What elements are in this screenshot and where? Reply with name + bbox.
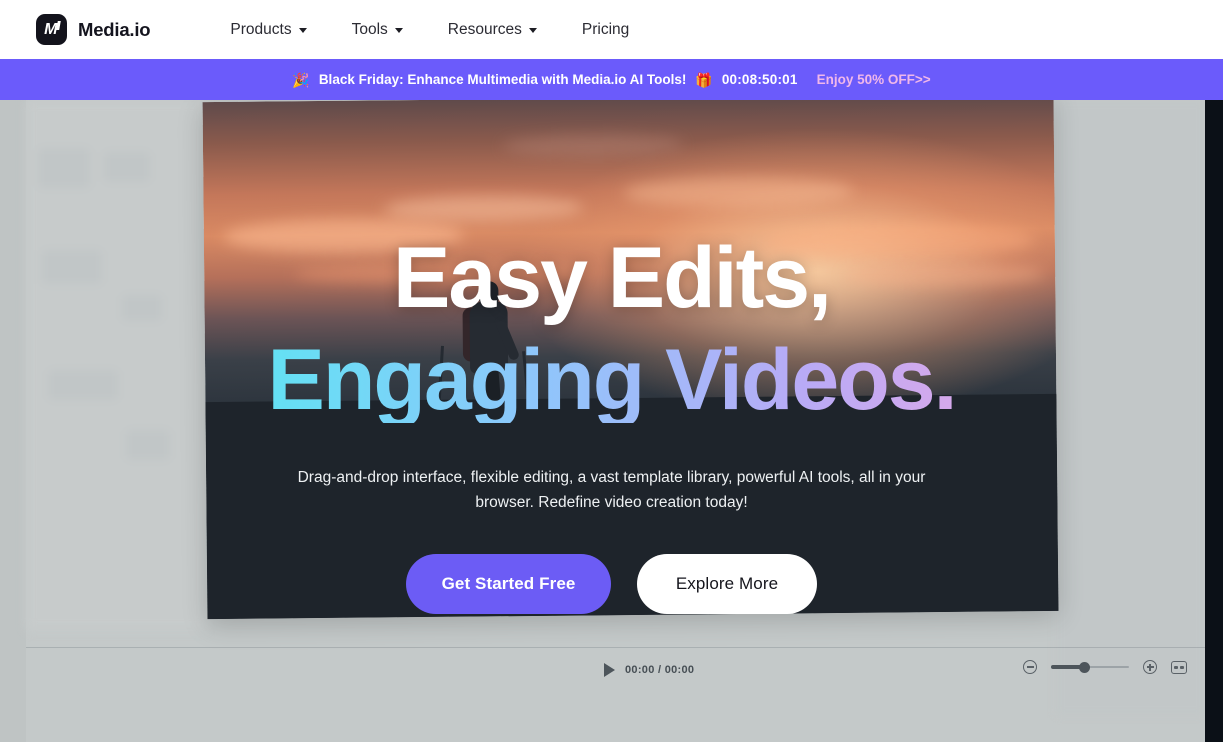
mediaio-logo-icon: M: [36, 14, 67, 45]
chevron-down-icon: [528, 28, 537, 33]
brand-name: Media.io: [78, 18, 151, 40]
controls-row: 00:00 / 00:00: [26, 653, 1205, 689]
zoom-slider-knob[interactable]: [1079, 662, 1090, 673]
page-root: M Media.io Products Tools Resources Pric…: [0, 0, 1223, 742]
nav-item-pricing-label: Pricing: [581, 20, 630, 38]
fit-to-screen-icon[interactable]: [1171, 660, 1187, 674]
hero-button-row: Get Started Free Explore More: [0, 553, 1223, 614]
editor-right-panel: [1056, 100, 1205, 715]
nav-item-tools-label: Tools: [351, 20, 388, 38]
hero-section: 00:00 / 00:00: [0, 100, 1223, 742]
editor-left-panel: [26, 100, 206, 630]
logo-tick-mark: [56, 21, 61, 30]
nav-item-products-label: Products: [230, 20, 292, 38]
brand-logo-link[interactable]: M Media.io: [36, 14, 151, 45]
get-started-free-button[interactable]: Get Started Free: [406, 553, 611, 614]
play-icon: [604, 663, 615, 677]
nav-item-resources-label: Resources: [447, 20, 522, 38]
zoom-controls-group: [1023, 660, 1187, 674]
chevron-down-icon: [298, 28, 307, 33]
explore-more-button[interactable]: Explore More: [637, 553, 817, 614]
logo-letter-m: M: [44, 20, 57, 38]
nav-item-resources[interactable]: Resources: [448, 15, 537, 45]
zoom-slider[interactable]: [1051, 660, 1129, 674]
controls-divider: [26, 647, 1205, 648]
zoom-out-icon[interactable]: [1023, 660, 1037, 674]
nav-links: Products Tools Resources Pricing: [230, 15, 629, 45]
gift-icon: 🎁: [695, 71, 713, 88]
chevron-down-icon: [394, 28, 403, 33]
promo-banner[interactable]: 🎉 Black Friday: Enhance Multimedia with …: [0, 59, 1223, 100]
player-time-display: 00:00 / 00:00: [625, 664, 695, 676]
video-preview-panel[interactable]: [202, 100, 1059, 620]
play-button[interactable]: 00:00 / 00:00: [604, 663, 694, 677]
promo-message: Black Friday: Enhance Multimedia with Me…: [318, 72, 687, 87]
party-popper-icon: 🎉: [292, 71, 310, 88]
player-controls-bar: 00:00 / 00:00: [26, 627, 1205, 742]
editor-left-rail: [0, 100, 26, 742]
nav-item-products[interactable]: Products: [230, 15, 307, 45]
editor-right-dark-edge: [1205, 100, 1223, 742]
zoom-in-icon[interactable]: [1143, 660, 1157, 674]
promo-countdown-timer: 00:08:50:01: [721, 72, 798, 87]
top-navigation-bar: M Media.io Products Tools Resources Pric…: [0, 0, 1223, 59]
nav-item-tools[interactable]: Tools: [352, 15, 403, 45]
nav-item-pricing[interactable]: Pricing: [582, 15, 629, 45]
promo-cta-link[interactable]: Enjoy 50% OFF>>: [817, 72, 931, 87]
